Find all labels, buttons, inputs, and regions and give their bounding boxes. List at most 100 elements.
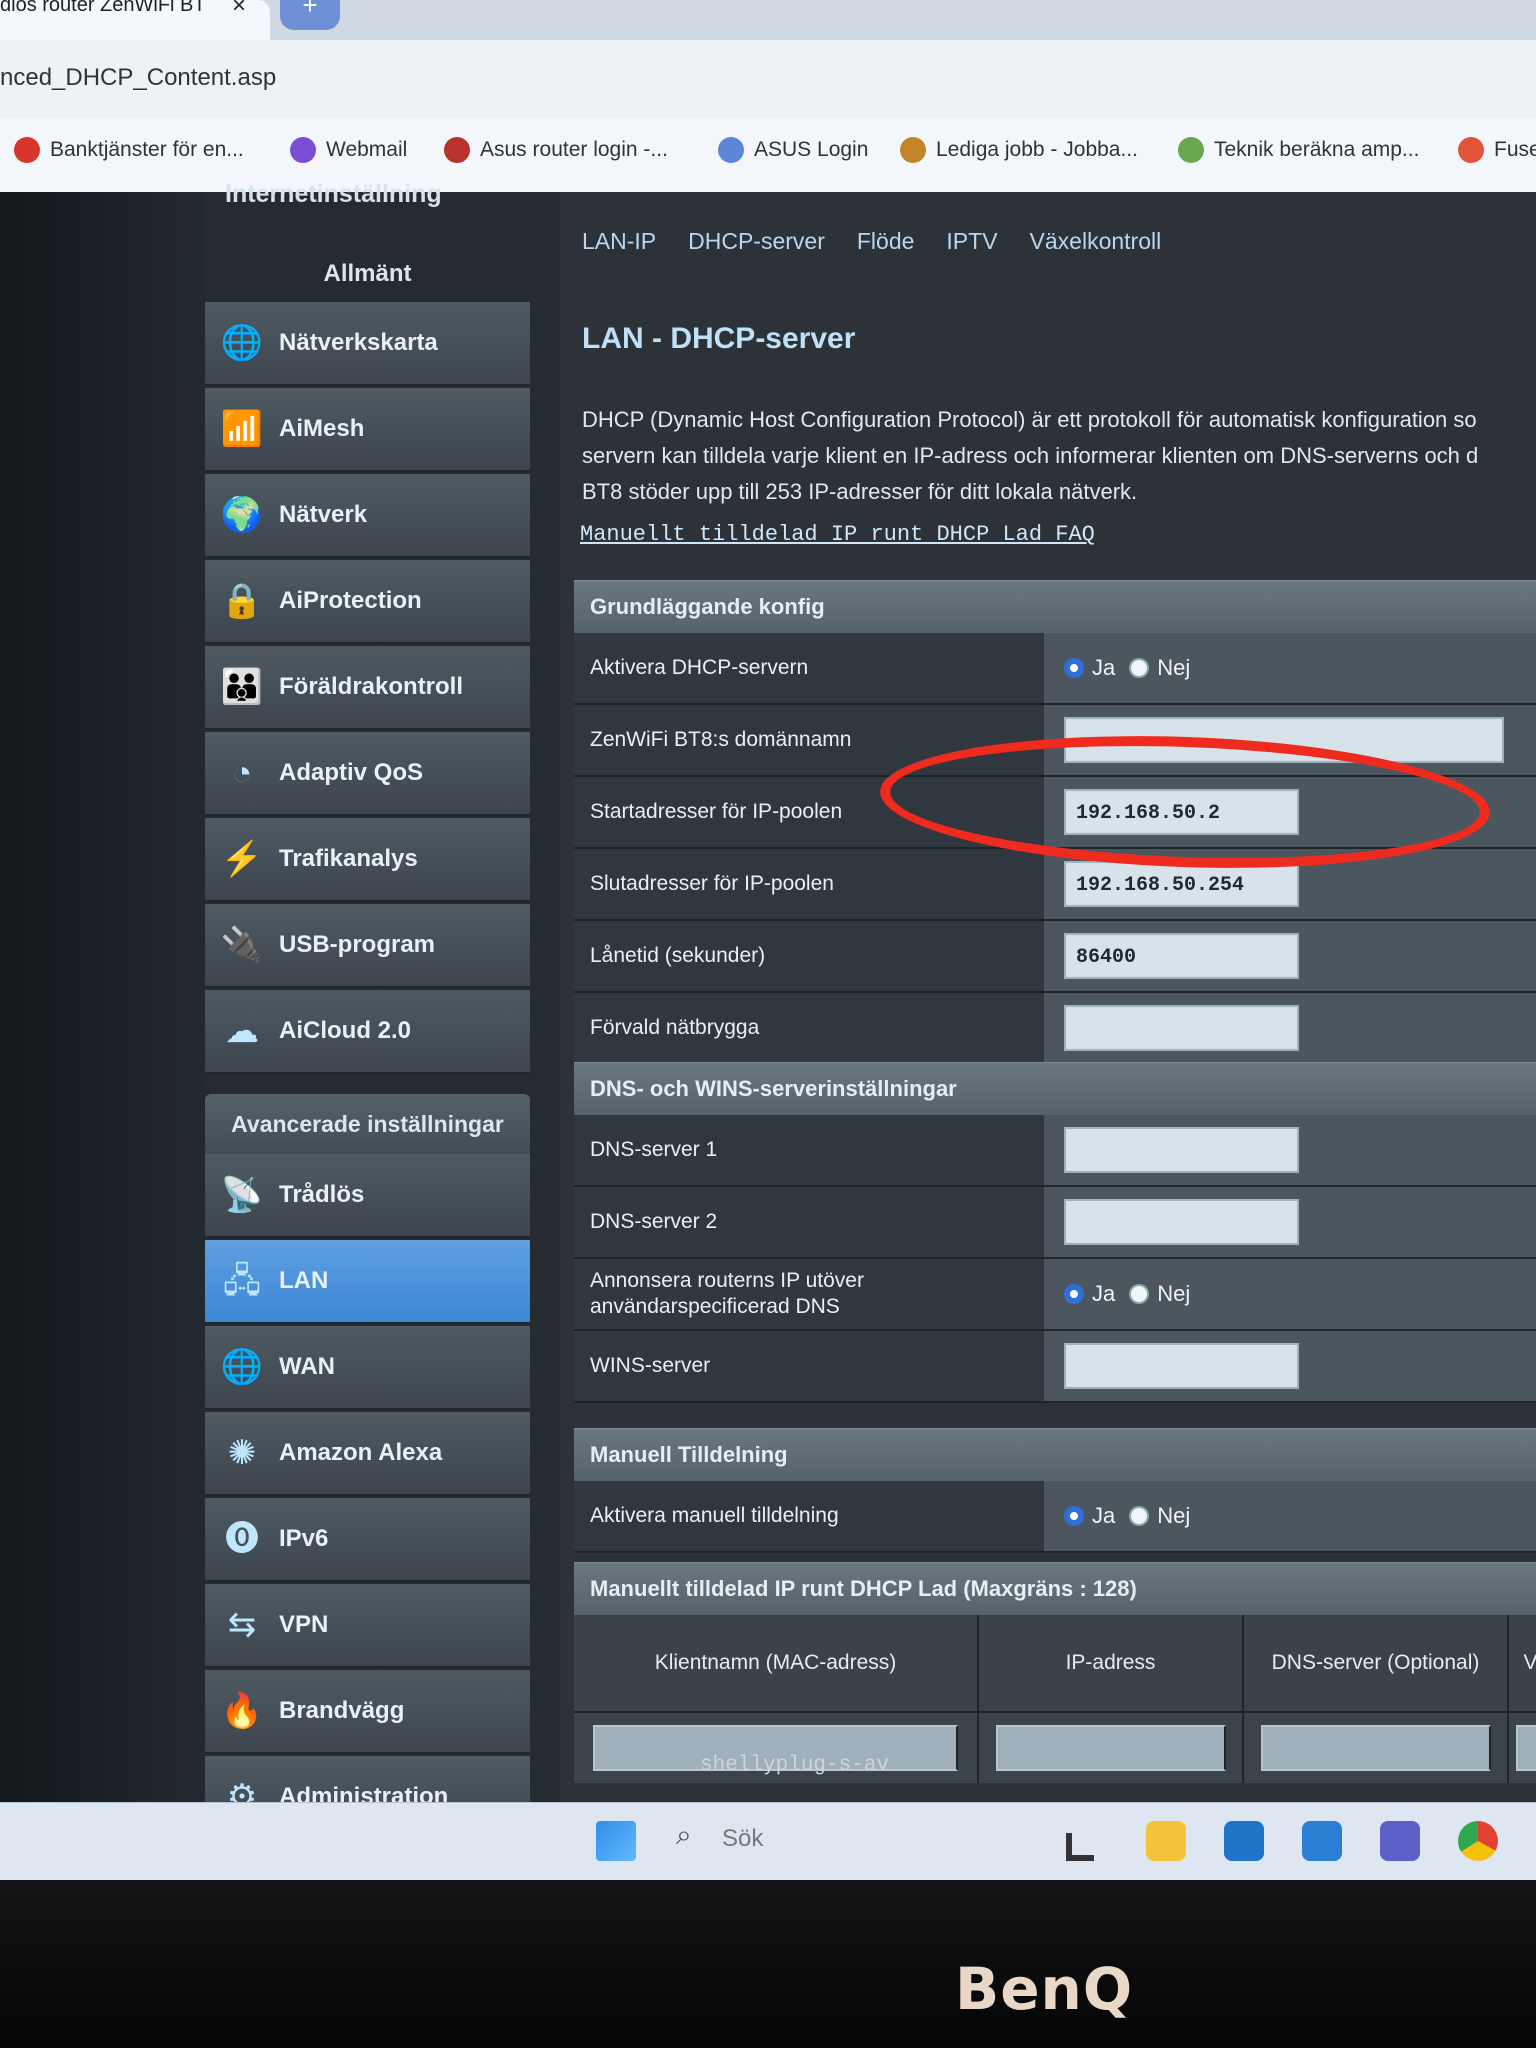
sidebar-item-label: AiCloud 2.0 xyxy=(279,1017,412,1044)
field-label: DNS-server 1 xyxy=(574,1115,1044,1185)
monitor-screen: dlos router ZenWiFi BT × + nced_DHCP_Con… xyxy=(0,0,1536,1880)
tab-switch-control[interactable]: Växelkontroll xyxy=(1030,228,1162,255)
ip-pool-end-input[interactable]: 192.168.50.254 xyxy=(1064,861,1299,907)
outlook-icon[interactable] xyxy=(1224,1821,1264,1861)
sidebar-item-label: Nätverk xyxy=(279,501,368,528)
manual-assignment-section: Manuell Tilldelning Aktivera manuell til… xyxy=(574,1428,1536,1553)
teams-icon[interactable] xyxy=(1380,1821,1420,1861)
bookmark-item[interactable]: Asus router login -... xyxy=(444,132,668,168)
sidebar-item-network[interactable]: 🌍 Nätverk xyxy=(205,474,530,558)
radio-label: Ja xyxy=(1092,1503,1116,1528)
field-label: Aktivera DHCP-servern xyxy=(574,633,1044,703)
sidebar-item-label: USB-program xyxy=(279,931,436,958)
page-title: LAN - DHCP-server xyxy=(582,322,856,355)
bookmark-favicon-icon xyxy=(900,137,926,163)
tab-iptv[interactable]: IPTV xyxy=(946,228,997,255)
advertise-no-radio[interactable]: Nej xyxy=(1129,1281,1190,1307)
dns-server-1-row: DNS-server 1 xyxy=(574,1115,1536,1187)
bookmark-item[interactable]: Lediga jobb - Jobba... xyxy=(900,132,1138,168)
new-tab-button[interactable]: + xyxy=(280,0,340,30)
field-value xyxy=(1044,1331,1536,1401)
sidebar-item-usb-application[interactable]: 🔌 USB-program xyxy=(205,904,530,988)
field-value xyxy=(1044,1187,1536,1257)
sidebar-item-amazon-alexa[interactable]: ✺ Amazon Alexa xyxy=(205,1412,530,1496)
browser-tab-bar: dlos router ZenWiFi BT × + xyxy=(0,0,1536,40)
sidebar-item-network-map[interactable]: 🌐 Nätverkskarta xyxy=(205,302,530,386)
sidebar-item-traffic-analyzer[interactable]: ⚡ Trafikanalys xyxy=(205,818,530,902)
description-line: DHCP (Dynamic Host Configuration Protoco… xyxy=(582,407,1477,432)
dns-server-optional-input[interactable] xyxy=(1260,1725,1491,1771)
task-view-icon[interactable] xyxy=(1066,1833,1094,1861)
close-tab-icon[interactable]: × xyxy=(232,0,246,20)
globe-icon: 🌐 xyxy=(220,324,264,362)
bookmark-label: Teknik beräkna amp... xyxy=(1214,138,1420,161)
radio-label: Nej xyxy=(1157,1503,1191,1528)
sidebar-item-aimesh[interactable]: 📶 AiMesh xyxy=(205,388,530,472)
bookmark-favicon-icon xyxy=(444,137,470,163)
sidebar-item-vpn[interactable]: ⇆ VPN xyxy=(205,1584,530,1668)
radio-selected-icon xyxy=(1064,658,1084,678)
sidebar-item-wan[interactable]: 🌐 WAN xyxy=(205,1326,530,1410)
wins-server-input[interactable] xyxy=(1064,1343,1299,1389)
taskbar-search-label[interactable]: Sök xyxy=(722,1825,763,1853)
sidebar-item-aicloud[interactable]: ☁ AiCloud 2.0 xyxy=(205,990,530,1074)
ip-address-input[interactable] xyxy=(995,1725,1226,1771)
field-label: Slutadresser för IP-poolen xyxy=(574,849,1044,919)
column-header: Klientnamn (MAC-adress) xyxy=(574,1615,979,1711)
field-label: Lånetid (sekunder) xyxy=(574,921,1044,991)
lease-time-input[interactable]: 86400 xyxy=(1064,933,1299,979)
bookmark-item[interactable]: Webmail xyxy=(290,132,407,168)
bookmark-label: Fuse xyxy=(1494,138,1536,161)
sidebar-item-parental-control[interactable]: 👪 Föräldrakontroll xyxy=(205,646,530,730)
chrome-icon[interactable] xyxy=(1458,1821,1498,1861)
dns-server-1-input[interactable] xyxy=(1064,1127,1299,1173)
enable-dhcp-no-radio[interactable]: Nej xyxy=(1129,655,1190,681)
browser-tab[interactable]: dlos router ZenWiFi BT × xyxy=(0,0,270,40)
field-value: Ja Nej xyxy=(1044,1481,1536,1551)
sidebar-item-firewall[interactable]: 🔥 Brandvägg xyxy=(205,1670,530,1754)
default-gateway-input[interactable] xyxy=(1064,1005,1299,1051)
advertise-yes-radio[interactable]: Ja xyxy=(1064,1281,1115,1307)
sidebar-item-internet-settings[interactable]: Internetinställning xyxy=(225,180,442,209)
sidebar-item-label: IPv6 xyxy=(279,1525,329,1552)
usb-icon: 🔌 xyxy=(220,926,264,964)
address-url[interactable]: nced_DHCP_Content.asp xyxy=(0,64,276,92)
field-label: Förvald nätbrygga xyxy=(574,993,1044,1063)
sidebar-item-adaptive-qos[interactable]: ◔ Adaptiv QoS xyxy=(205,732,530,816)
bookmark-favicon-icon xyxy=(718,137,744,163)
bookmark-item[interactable]: Banktjänster för en... xyxy=(14,132,244,168)
section-header: Grundläggande konfig xyxy=(574,580,1536,633)
file-explorer-icon[interactable] xyxy=(1146,1821,1186,1861)
bookmark-item[interactable]: Fuse xyxy=(1458,132,1536,168)
extra-column-input[interactable] xyxy=(1515,1725,1536,1771)
tab-dhcp-server[interactable]: DHCP-server xyxy=(688,228,825,255)
tab-lan-ip[interactable]: LAN-IP xyxy=(582,228,656,255)
description-line: BT8 stöder upp till 253 IP-adresser för … xyxy=(582,479,1138,504)
sidebar-item-label: Trafikanalys xyxy=(279,845,418,872)
manual-yes-radio[interactable]: Ja xyxy=(1064,1503,1115,1529)
sidebar-item-aiprotection[interactable]: 🔒 AiProtection xyxy=(205,560,530,644)
outlook-new-icon[interactable] xyxy=(1302,1821,1342,1861)
field-label-line: Annonsera routerns IP utöver xyxy=(590,1269,864,1292)
address-bar[interactable]: nced_DHCP_Content.asp xyxy=(0,40,1536,118)
search-icon: ⌕ xyxy=(676,1819,692,1850)
dns-server-2-input[interactable] xyxy=(1064,1199,1299,1245)
manual-ip-table-section: Manuellt tilldelad IP runt DHCP Lad (Max… xyxy=(574,1562,1536,1783)
bookmark-item[interactable]: ASUS Login xyxy=(718,132,868,168)
manual-no-radio[interactable]: Nej xyxy=(1129,1503,1190,1529)
sidebar-item-label: WAN xyxy=(279,1353,335,1380)
network-globe-icon: 🌍 xyxy=(220,496,264,534)
bookmark-item[interactable]: Teknik beräkna amp... xyxy=(1178,132,1419,168)
enable-manual-assignment-row: Aktivera manuell tilldelning Ja Nej xyxy=(574,1481,1536,1553)
mesh-icon: 📶 xyxy=(220,410,264,448)
bookmark-label: Webmail xyxy=(326,138,408,161)
sidebar-item-wireless[interactable]: 📡 Trådlös xyxy=(205,1154,530,1238)
sidebar-item-lan[interactable]: 🖧 LAN xyxy=(205,1240,530,1324)
faq-link[interactable]: Manuellt tilldelad IP runt DHCP Lad FAQ xyxy=(580,522,1095,547)
windows-start-icon[interactable] xyxy=(596,1821,636,1861)
client-name-cell: shellyplug-s-av xyxy=(700,1754,890,1777)
enable-dhcp-yes-radio[interactable]: Ja xyxy=(1064,655,1115,681)
tab-route[interactable]: Flöde xyxy=(857,228,915,255)
lan-tabs: LAN-IP DHCP-server Flöde IPTV Växelkontr… xyxy=(582,228,1161,255)
sidebar-item-ipv6[interactable]: ⓿ IPv6 xyxy=(205,1498,530,1582)
